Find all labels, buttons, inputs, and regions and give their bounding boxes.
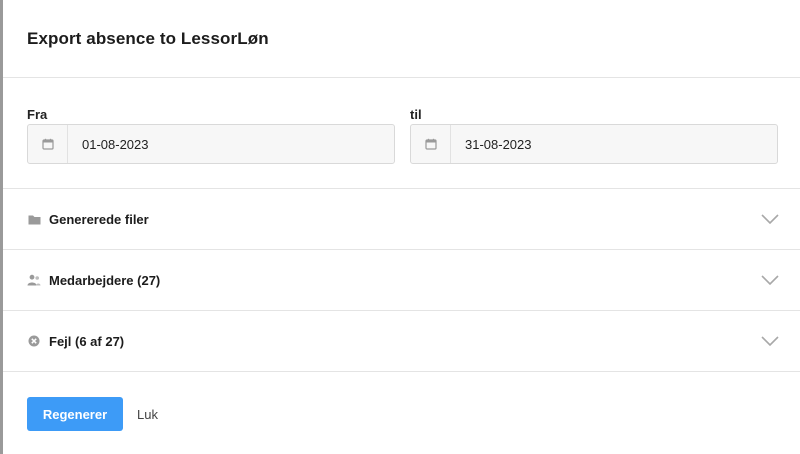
section-label: Medarbejdere (27) [49,272,161,288]
regenerate-button[interactable]: Regenerer [27,397,123,431]
calendar-icon [28,125,68,163]
error-circle-icon [27,334,41,348]
section-label: Genererede filer [49,211,149,227]
from-date-label: Fra [27,107,48,122]
users-icon [27,273,41,287]
export-dialog: Export absence to LessorLøn Fra 01-08-20… [0,0,800,454]
to-date-group: til 31-08-2023 [410,107,778,188]
section-label: Fejl (6 af 27) [49,333,125,349]
close-button[interactable]: Luk [137,407,158,422]
folder-icon [27,212,41,226]
dialog-header: Export absence to LessorLøn [3,0,800,78]
dialog-title: Export absence to LessorLøn [27,28,269,48]
calendar-icon [411,125,451,163]
dialog-footer: Regenerer Luk [3,372,800,431]
from-date-group: Fra 01-08-2023 [27,107,395,188]
to-date-field[interactable]: 31-08-2023 [410,124,778,164]
from-date-field[interactable]: 01-08-2023 [27,124,395,164]
to-date-label: til [410,107,422,122]
from-date-value[interactable]: 01-08-2023 [68,125,394,163]
section-employees[interactable]: Medarbejdere (27) [3,250,800,311]
date-range: Fra 01-08-2023 til 31-08-2023 [3,78,800,189]
section-generated-files[interactable]: Genererede filer [3,189,800,250]
chevron-down-icon[interactable] [760,334,780,348]
to-date-value[interactable]: 31-08-2023 [451,125,777,163]
section-errors[interactable]: Fejl (6 af 27) [3,311,800,372]
chevron-down-icon[interactable] [760,212,780,226]
chevron-down-icon[interactable] [760,273,780,287]
